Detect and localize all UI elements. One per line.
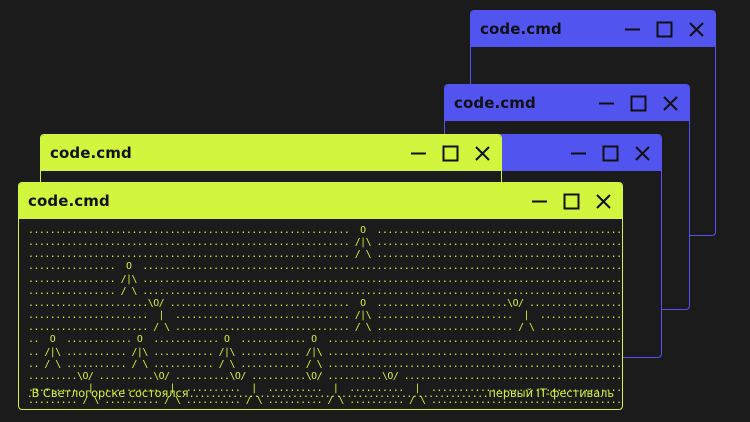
caption-dots: ........................................…: [188, 389, 489, 400]
maximize-icon: [602, 145, 618, 161]
maximize-button[interactable]: [601, 144, 619, 162]
window-controls: [623, 20, 705, 38]
close-icon: [474, 145, 490, 161]
maximize-icon: [656, 21, 672, 37]
window-controls: [569, 144, 651, 162]
minimize-button[interactable]: [623, 20, 641, 38]
close-button[interactable]: [633, 144, 651, 162]
window-titlebar[interactable]: code.cmd: [471, 11, 715, 47]
window-titlebar[interactable]: code.cmd: [41, 135, 501, 171]
close-button[interactable]: [473, 144, 491, 162]
minimize-button[interactable]: [597, 94, 615, 112]
minimize-icon: [624, 28, 640, 30]
minimize-button[interactable]: [530, 192, 548, 210]
maximize-button[interactable]: [629, 94, 647, 112]
caption-right: первый IT-фестиваль: [488, 387, 615, 400]
caption-left: .В Светлогорске состоялся: [28, 387, 189, 400]
close-button[interactable]: [594, 192, 612, 210]
caption-line: .В Светлогорске состоялся ..............…: [28, 387, 614, 400]
close-button[interactable]: [661, 94, 679, 112]
minimize-button[interactable]: [409, 144, 427, 162]
maximize-icon: [442, 145, 458, 161]
window-titlebar[interactable]: code.cmd: [19, 183, 622, 219]
close-button[interactable]: [687, 20, 705, 38]
window-controls: [597, 94, 679, 112]
maximize-button[interactable]: [441, 144, 459, 162]
window-title: code.cmd: [50, 144, 132, 162]
window-title: code.cmd: [454, 94, 536, 112]
window-front[interactable]: code.cmd ...............................…: [18, 182, 623, 410]
window-controls: [530, 192, 612, 210]
minimize-button[interactable]: [569, 144, 587, 162]
close-icon: [634, 145, 650, 161]
maximize-button[interactable]: [562, 192, 580, 210]
window-titlebar[interactable]: code.cmd: [445, 85, 689, 121]
window-title: code.cmd: [480, 20, 562, 38]
window-controls: [409, 144, 491, 162]
close-icon: [688, 21, 704, 37]
ascii-art-crowd: ........................................…: [28, 225, 622, 407]
maximize-button[interactable]: [655, 20, 673, 38]
window-title: code.cmd: [28, 192, 110, 210]
close-icon: [595, 193, 611, 209]
minimize-icon: [570, 152, 586, 154]
minimize-icon: [531, 200, 547, 202]
minimize-icon: [410, 152, 426, 154]
minimize-icon: [598, 102, 614, 104]
maximize-icon: [630, 95, 646, 111]
close-icon: [662, 95, 678, 111]
maximize-icon: [563, 193, 579, 209]
